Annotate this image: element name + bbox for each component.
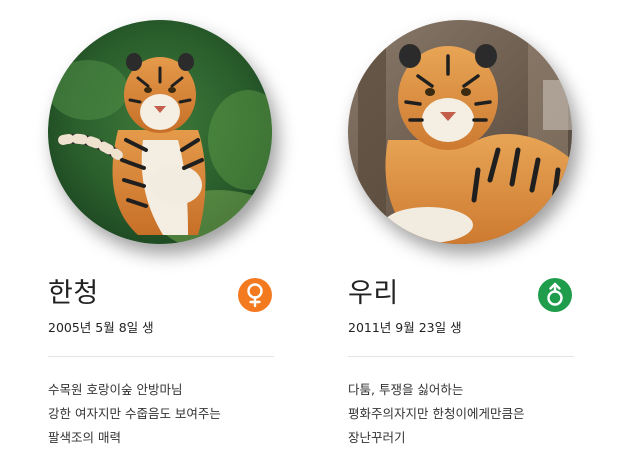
female-symbol-icon [238, 278, 272, 312]
divider [348, 356, 574, 357]
divider [48, 356, 274, 357]
tiger-card-uri: 우리 2011년 9월 23일 생 다툼, 투쟁을 싫어하는 평화주의자지만 한… [348, 0, 574, 445]
tiger-card-hancheong: 한청 2005년 5월 8일 생 수목원 호랑이숲 안방마님 강한 여자지만 수… [48, 0, 274, 445]
description-line: 장난꾸러기 [348, 430, 406, 445]
description-line: 팔색조의 매력 [48, 430, 121, 445]
tiger-birthdate: 2011년 9월 23일 생 [348, 320, 462, 335]
tiger-description: 다툼, 투쟁을 싫어하는 평화주의자지만 한청이에게만큼은 장난꾸러기 [348, 378, 524, 450]
male-symbol-icon [538, 278, 572, 312]
description-line: 다툼, 투쟁을 싫어하는 [348, 382, 464, 397]
tiger-photo [348, 20, 572, 244]
tiger-name: 우리 [348, 278, 399, 309]
description-line: 강한 여자지만 수줍음도 보여주는 [48, 406, 221, 421]
tiger-photo-image [348, 20, 572, 244]
tiger-birthdate: 2005년 5월 8일 생 [48, 320, 154, 335]
tiger-photo-image [48, 20, 272, 244]
tiger-name: 한청 [48, 278, 99, 309]
tiger-photo [48, 20, 272, 244]
tiger-description: 수목원 호랑이숲 안방마님 강한 여자지만 수줍음도 보여주는 팔색조의 매력 [48, 378, 221, 450]
description-line: 수목원 호랑이숲 안방마님 [48, 382, 183, 397]
description-line: 평화주의자지만 한청이에게만큼은 [348, 406, 525, 421]
